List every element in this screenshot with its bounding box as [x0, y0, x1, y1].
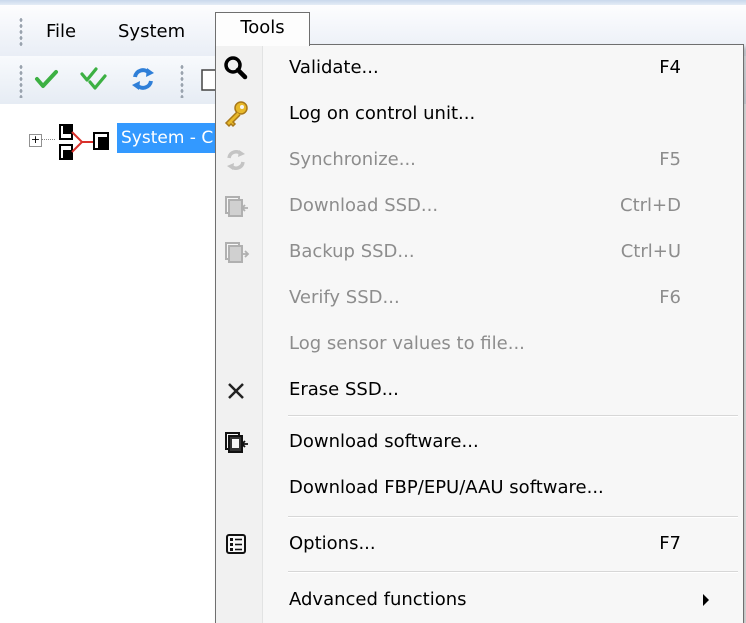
options-icon: [221, 529, 251, 559]
network-node-icon: [58, 123, 114, 161]
menu-separator: [288, 571, 738, 573]
menu-item-label: Backup SSD...: [289, 241, 415, 262]
backup-ssd-icon: [221, 237, 251, 267]
magnifier-icon: [221, 53, 251, 83]
sync-icon[interactable]: [128, 64, 158, 94]
tree-connector: [41, 139, 55, 140]
erase-icon: [221, 375, 251, 405]
menu-item-shortcut: F5: [659, 149, 681, 170]
download-ssd-icon: [221, 191, 251, 221]
menu-item-verify-ssd[interactable]: Verify SSD... F6: [216, 275, 743, 321]
menu-item-options[interactable]: Options... F7: [216, 521, 743, 567]
menu-item-validate[interactable]: Validate... F4: [216, 45, 743, 91]
submenu-arrow-icon: [703, 594, 709, 606]
check-icon[interactable]: [31, 64, 61, 94]
menu-item-backup-ssd[interactable]: Backup SSD... Ctrl+U: [216, 229, 743, 275]
menu-item-label: Download software...: [289, 431, 479, 452]
menu-item-log-sensor-values[interactable]: Log sensor values to file...: [216, 321, 743, 367]
document-icon[interactable]: [199, 64, 217, 94]
key-icon: [221, 99, 251, 129]
menu-item-label: Download SSD...: [289, 195, 439, 216]
menu-item-log-on-control-unit[interactable]: Log on control unit...: [216, 91, 743, 137]
menu-item-shortcut: Ctrl+D: [620, 195, 681, 216]
menu-tools[interactable]: Tools: [215, 12, 310, 46]
menu-item-shortcut: F6: [659, 287, 681, 308]
menu-item-label: Log sensor values to file...: [289, 333, 525, 354]
menu-file[interactable]: File: [46, 17, 76, 47]
menu-item-shortcut: F7: [659, 533, 681, 554]
menubar-grip[interactable]: [19, 17, 23, 47]
menu-separator: [288, 516, 738, 518]
menu-item-label: Synchronize...: [289, 149, 416, 170]
menu-item-label: Download FBP/EPU/AAU software...: [289, 477, 604, 498]
tree-node-system[interactable]: System - C: [117, 123, 231, 153]
menu-item-advanced-functions[interactable]: Advanced functions: [216, 577, 743, 623]
menu-item-label: Validate...: [289, 57, 379, 78]
sync-icon: [221, 145, 251, 175]
menu-item-label: Options...: [289, 533, 376, 554]
menu-item-download-software[interactable]: Download software...: [216, 419, 743, 465]
menu-system[interactable]: System: [118, 17, 185, 47]
menu-item-label: Verify SSD...: [289, 287, 400, 308]
tools-dropdown-menu: Validate... F4 Log on control unit... Sy…: [215, 44, 744, 623]
menu-item-shortcut: Ctrl+U: [620, 241, 681, 262]
menu-item-shortcut: F4: [659, 57, 681, 78]
menu-item-synchronize[interactable]: Synchronize... F5: [216, 137, 743, 183]
menu-item-erase-ssd[interactable]: Erase SSD...: [216, 367, 743, 413]
menu-separator: [288, 415, 738, 417]
menu-item-download-ssd[interactable]: Download SSD... Ctrl+D: [216, 183, 743, 229]
double-check-icon[interactable]: [79, 64, 109, 94]
download-software-icon: [221, 427, 251, 457]
menu-item-label: Advanced functions: [289, 589, 467, 610]
menu-item-label: Erase SSD...: [289, 379, 399, 400]
toolbar-grip[interactable]: [19, 64, 23, 98]
menu-item-label: Log on control unit...: [289, 103, 476, 124]
tree-expand-button[interactable]: +: [29, 134, 42, 147]
menu-item-download-fbp-epu-aau-software[interactable]: Download FBP/EPU/AAU software...: [216, 465, 743, 511]
toolbar-separator: [180, 64, 184, 98]
